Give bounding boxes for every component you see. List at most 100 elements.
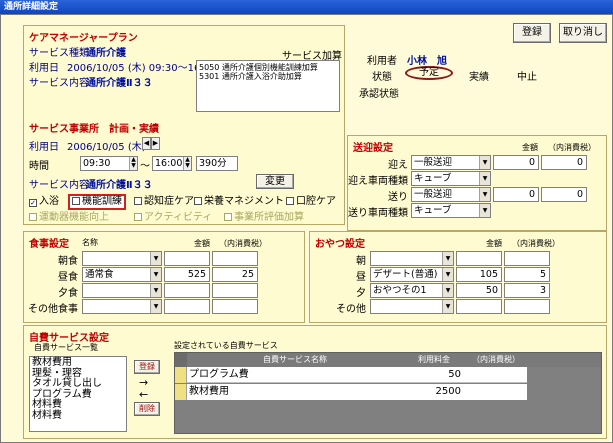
snack-morning-amount[interactable] [456,251,502,266]
service-type-label: サービス種類 [29,48,89,59]
pickup-select[interactable]: 一般送迎 ▼ [411,155,491,170]
snack-other-select[interactable]: ▼ [370,299,454,314]
function-training-checkbox[interactable]: 機能訓練 [68,194,126,210]
dinner-amount[interactable] [164,283,210,298]
breakfast-tax[interactable] [212,251,258,266]
user-name-value: 小林 旭 [407,56,447,67]
snack-evening-select[interactable]: おやつその1 ▼ [370,283,454,298]
nutrition-checkbox[interactable]: 栄養マネジメント [194,196,284,208]
dropoff-tax[interactable]: 0 [541,187,587,202]
use-date-label: 利用日 [29,63,59,74]
dropoff-amount[interactable]: 0 [493,187,539,202]
transport-tax-header: （内消費税） [548,143,596,152]
transport-panel: 送迎設定 金額 （内消費税） 迎え 一般送迎 ▼ 0 0 迎え車両種類 キューブ ▼… [347,135,607,231]
date-next-button[interactable]: ▶ [151,137,160,150]
pickup-tax[interactable]: 0 [541,155,587,170]
time-end-input[interactable]: 16:00 ▲ ▼ [152,156,192,171]
lunch-label: 昼食 [58,272,78,283]
dinner-select[interactable]: ▼ [82,283,162,298]
other-meal-amount[interactable] [164,299,210,314]
breakfast-select[interactable]: ▼ [82,251,162,266]
dropoff-select[interactable]: 一般送迎 ▼ [411,187,491,202]
status-actual-label: 実績 [469,72,489,83]
pickup-label: 迎え [388,160,408,171]
snack-noon-amount[interactable]: 105 [456,267,502,282]
snack-other-amount[interactable] [456,299,502,314]
time-label: 時間 [29,161,49,172]
addition-item[interactable]: 5050 通所介護個別機能訓練加算 [199,63,337,72]
snack-evening-amount[interactable]: 50 [456,283,502,298]
office-content-label: サービス内容 [29,180,89,191]
meal-panel: 食事設定 名称 金額 （内消費税） 朝食 ▼ 昼食 通常食 ▼ 525 25 夕食… [23,231,305,323]
dinner-tax[interactable] [212,283,258,298]
list-item[interactable]: 教材費用 [32,357,124,369]
snack-noon-select[interactable]: デザート(普通) ▼ [370,267,454,282]
self-pay-panel: 自費サービス設定 自費サービス一覧 教材費用 理髪・理容 タオル貸し出し プログ… [23,325,607,439]
lunch-amount[interactable]: 525 [164,267,210,282]
row-selector[interactable] [175,367,187,383]
status-actual-option[interactable]: 実績 [469,68,489,83]
snack-panel: おやつ設定 金額 （内消費税） 朝 ▼ 昼 デザート(普通) ▼ 105 5 夕 … [309,231,607,323]
snack-evening-label: 夕 [356,288,366,299]
bath-checkbox[interactable]: ✓ 入浴 [29,196,59,208]
addition-item[interactable]: 5301 通所介護入浴介助加算 [199,72,337,81]
snack-noon-tax[interactable]: 5 [504,267,550,282]
care-plan-panel: ケアマネージャープラン サービス種類 通所介護 利用日 2006/10/05 (… [23,25,345,225]
chevron-down-icon: ▼ [150,268,161,281]
snack-morning-select[interactable]: ▼ [370,251,454,266]
time-end-spinner[interactable]: ▲ ▼ [183,157,191,170]
lunch-amount-value: 525 [187,269,206,280]
cancel-button[interactable]: 取り消し [559,23,607,43]
office-date-label: 利用日 [29,142,59,153]
snack-noon-value: デザート(普通) [373,269,438,280]
list-item[interactable]: 材料費 [32,399,124,411]
self-pay-register-button[interactable]: 登録 [134,360,160,374]
chevron-down-icon: ▼ [479,204,490,217]
activity-checkbox[interactable]: アクティビティ [134,212,212,224]
lunch-tax-value: 25 [241,269,254,280]
register-button[interactable]: 登録 [513,23,551,43]
snack-other-tax[interactable] [504,299,550,314]
time-start-spinner[interactable]: ▲ ▼ [129,157,137,170]
bath-check-mark: ✓ [29,199,37,207]
row-selector[interactable] [175,384,187,400]
list-item[interactable]: 材料費 [32,410,124,422]
other-meal-select[interactable]: ▼ [82,299,162,314]
service-content-value: 通所介護Ⅱ３３ [86,78,153,89]
motor-function-checkbox[interactable]: 運動器機能向上 [29,212,109,224]
self-pay-delete-button[interactable]: 削除 [134,402,160,416]
snack-evening-tax[interactable]: 3 [504,283,550,298]
use-date-value: 2006/10/05 (木) 09:30～16:00 [67,63,217,74]
cell-name: 教材費用 [189,386,229,397]
office-evaluation-checkbox[interactable]: 事業所評価加算 [224,212,304,224]
row-header-corner [175,353,187,367]
lunch-tax[interactable]: 25 [212,267,258,282]
status-cancel-option[interactable]: 中止 [517,68,537,83]
pickup-vehicle-select[interactable]: キューブ ▼ [411,171,491,186]
time-start-input[interactable]: 09:30 ▲ ▼ [80,156,138,171]
table-row[interactable]: プログラム費 50 [175,367,527,383]
service-addition-list[interactable]: 5050 通所介護個別機能訓練加算 5301 通所介護入浴介助加算 [196,60,340,112]
breakfast-amount[interactable] [164,251,210,266]
date-prev-button[interactable]: ◀ [142,137,151,150]
duration-value: 390分 [199,158,227,169]
function-training-check-mark [72,197,80,205]
nutrition-check-mark [194,197,202,205]
dementia-care-checkbox[interactable]: 認知症ケア [134,196,194,208]
lunch-select[interactable]: 通常食 ▼ [82,267,162,282]
other-meal-tax[interactable] [212,299,258,314]
change-button[interactable]: 変更 [256,174,294,189]
dropoff-vehicle-select[interactable]: キューブ ▼ [411,203,491,218]
table-row[interactable]: 教材費用 2500 [175,384,527,400]
pickup-amount[interactable]: 0 [493,155,539,170]
oral-care-checkbox[interactable]: 口腔ケア [286,196,336,208]
self-pay-set-label: 設定されている自費サービス [174,341,278,350]
self-pay-list[interactable]: 教材費用 理髪・理容 タオル貸し出し プログラム費 材料費 材料費 [29,356,127,432]
list-item[interactable]: タオル貸し出し [32,378,124,390]
dropoff-value: 一般送迎 [414,189,453,200]
office-content-value: 通所介護Ⅱ３３ [86,180,153,191]
status-planned-option[interactable]: 予定 [405,66,453,80]
snack-noon-amount-value: 105 [479,269,498,280]
meal-title: 食事設定 [29,239,69,250]
snack-morning-tax[interactable] [504,251,550,266]
